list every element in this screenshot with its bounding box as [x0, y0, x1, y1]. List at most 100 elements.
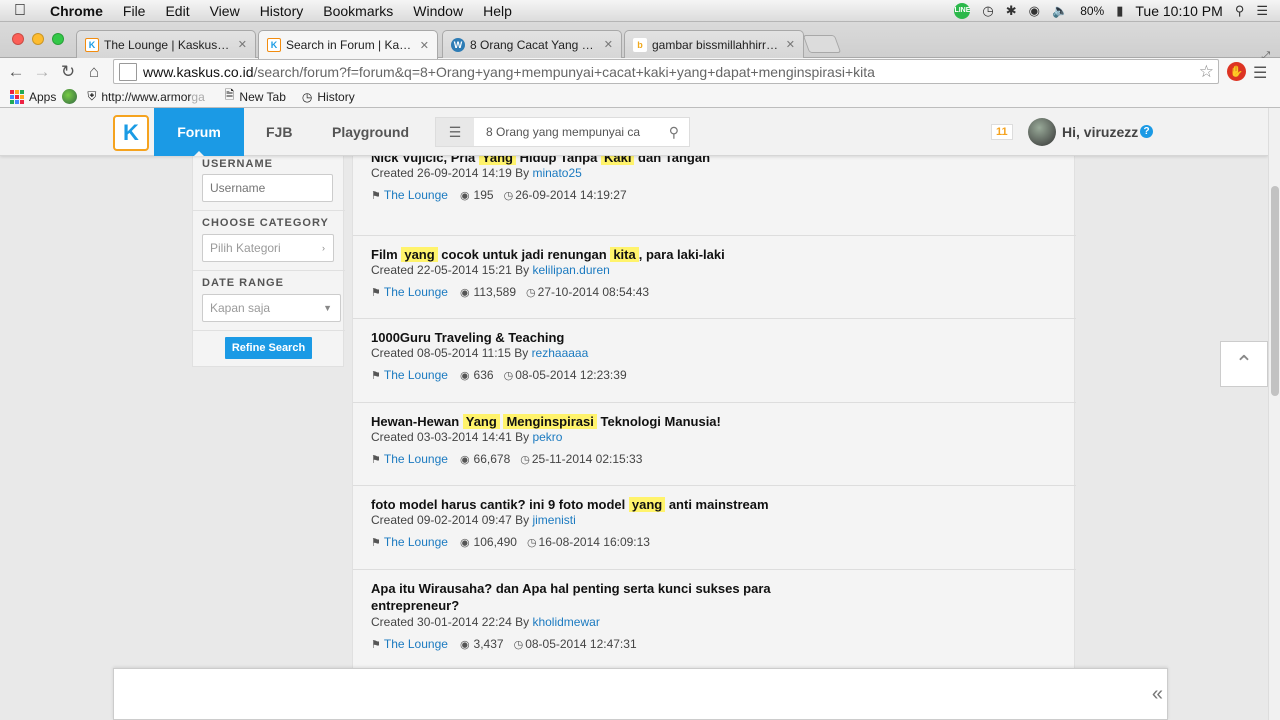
views-eye-icon: ◉: [459, 369, 470, 382]
date-range-value: Kapan saja: [210, 301, 271, 315]
tab-gambar-bissmillah[interactable]: b gambar bissmillahhirrohm ✕: [624, 30, 804, 58]
chevron-down-icon: ▼: [323, 303, 332, 313]
bookmark-star-icon[interactable]: ☆: [1199, 62, 1214, 82]
scrollbar-thumb[interactable]: [1271, 186, 1279, 396]
close-tab-icon[interactable]: ✕: [604, 38, 613, 51]
menu-history[interactable]: History: [250, 3, 314, 19]
tab-8-orang-cacat[interactable]: W 8 Orang Cacat Yang Mengi ✕: [442, 30, 622, 58]
author-link[interactable]: minato25: [532, 166, 581, 180]
collapse-left-icon[interactable]: «: [1152, 683, 1163, 706]
apple-menu-icon[interactable]: : [0, 2, 40, 20]
kaskus-search-input[interactable]: [474, 125, 644, 139]
bookmark-new-tab[interactable]: 🗎 New Tab: [225, 86, 286, 107]
result-title-link[interactable]: Hewan-Hewan Yang Menginspirasi Teknologi…: [371, 413, 801, 430]
battery-percent[interactable]: 80%: [1080, 4, 1104, 18]
close-window-button[interactable]: [12, 33, 24, 45]
nav-forum[interactable]: Forum: [154, 108, 244, 156]
close-tab-icon[interactable]: ✕: [238, 38, 247, 51]
notification-center-icon[interactable]: ☰: [1256, 3, 1268, 19]
battery-icon[interactable]: ▮: [1116, 3, 1123, 19]
menu-view[interactable]: View: [200, 3, 250, 19]
back-to-top-button[interactable]: ⌃: [1220, 341, 1268, 387]
forum-link[interactable]: The Lounge: [384, 535, 448, 549]
page-scrollbar[interactable]: [1268, 108, 1280, 720]
volume-icon[interactable]: 🔈: [1052, 3, 1068, 19]
result-title-link[interactable]: Apa itu Wirausaha? dan Apa hal penting s…: [371, 580, 801, 614]
menubar-clock[interactable]: Tue 10:10 PM: [1135, 3, 1222, 19]
category-select-value: Pilih Kategori: [210, 241, 281, 255]
nav-playground[interactable]: Playground: [332, 108, 409, 156]
zoom-window-button[interactable]: [52, 33, 64, 45]
bookmark-apps[interactable]: Apps: [10, 89, 56, 104]
close-tab-icon[interactable]: ✕: [786, 38, 795, 51]
avatar[interactable]: [1028, 118, 1056, 146]
author-link[interactable]: pekro: [532, 430, 562, 444]
author-link[interactable]: kholidmewar: [532, 615, 599, 629]
result-title-link[interactable]: Film yang cocok untuk jadi renungan kita…: [371, 246, 801, 263]
result-title-link[interactable]: 1000Guru Traveling & Teaching: [371, 329, 801, 346]
search-icon[interactable]: ⚲: [669, 124, 679, 141]
menu-edit[interactable]: Edit: [155, 3, 199, 19]
menu-app-name[interactable]: Chrome: [40, 3, 113, 19]
kaskus-logo-icon[interactable]: K: [113, 115, 149, 151]
date-range-select[interactable]: Kapan saja ▼: [202, 294, 341, 322]
globe-bookmark-icon[interactable]: [62, 89, 78, 104]
back-arrow-icon[interactable]: ←: [3, 62, 29, 82]
time-machine-icon[interactable]: ◷: [982, 3, 993, 19]
refine-search-button[interactable]: Refine Search: [225, 337, 312, 359]
result-title-link[interactable]: foto model harus cantik? ini 9 foto mode…: [371, 496, 801, 513]
result-row[interactable]: Apa itu Wirausaha? dan Apa hal penting s…: [353, 570, 1076, 670]
line-app-icon[interactable]: LINE: [954, 2, 971, 19]
author-link[interactable]: jimenisti: [532, 513, 575, 527]
notification-count-badge[interactable]: 11: [991, 124, 1013, 140]
forum-link[interactable]: The Lounge: [384, 452, 448, 466]
title-text: Film: [371, 247, 402, 262]
last-post-time: 16-08-2014 16:09:13: [538, 535, 650, 549]
close-tab-icon[interactable]: ✕: [420, 39, 429, 52]
tab-search-in-forum[interactable]: K Search in Forum | Kaskus – ✕: [258, 30, 438, 59]
result-row[interactable]: 1000Guru Traveling & Teaching Created 08-…: [353, 319, 1076, 403]
created-text: Created 26-09-2014 14:19 By: [371, 166, 530, 180]
result-row[interactable]: foto model harus cantik? ini 9 foto mode…: [353, 486, 1076, 570]
category-select[interactable]: Pilih Kategori ›: [202, 234, 334, 262]
forum-link[interactable]: The Lounge: [384, 637, 448, 651]
nav-fjb[interactable]: FJB: [266, 108, 292, 156]
forum-link[interactable]: The Lounge: [384, 188, 448, 202]
result-created-line: Created 22-05-2014 15:21 By kelilipan.du…: [371, 263, 610, 277]
tag-icon: ⚑: [371, 369, 381, 382]
minimize-window-button[interactable]: [32, 33, 44, 45]
new-tab-button[interactable]: [802, 35, 842, 53]
spotlight-search-icon[interactable]: ⚲: [1235, 3, 1245, 19]
bookmark-armor[interactable]: ⛨ http://www.armorga: [87, 89, 204, 104]
menu-bookmarks[interactable]: Bookmarks: [313, 3, 403, 19]
apps-grid-icon: [10, 89, 24, 104]
menu-help[interactable]: Help: [473, 3, 522, 19]
forward-arrow-icon[interactable]: →: [29, 62, 55, 82]
menu-window[interactable]: Window: [403, 3, 473, 19]
bookmark-history[interactable]: ◷ History: [302, 90, 355, 104]
tab-the-lounge[interactable]: K The Lounge | Kaskus – The ✕: [76, 30, 256, 58]
reload-icon[interactable]: ↻: [55, 62, 81, 82]
bluetooth-icon[interactable]: ✱: [1006, 3, 1017, 19]
username-field[interactable]: [202, 174, 333, 202]
extension-stop-icon[interactable]: ✋: [1227, 62, 1246, 81]
author-link[interactable]: kelilipan.duren: [532, 263, 609, 277]
forum-link[interactable]: The Lounge: [384, 285, 448, 299]
result-row[interactable]: Nick Vujicic, Pria Yang Hidup Tanpa Kaki…: [353, 142, 1076, 236]
result-row[interactable]: Hewan-Hewan Yang Menginspirasi Teknologi…: [353, 403, 1076, 486]
page-info-icon[interactable]: [119, 62, 137, 81]
address-bar[interactable]: www.kaskus.co.id/search/forum?f=forum&q=…: [113, 59, 1219, 84]
home-icon[interactable]: ⌂: [81, 62, 107, 82]
title-text: Teknologi Manusia!: [596, 414, 721, 429]
menu-file[interactable]: File: [113, 3, 156, 19]
help-icon[interactable]: ?: [1140, 125, 1153, 138]
bookmark-label: http://www.armor: [101, 89, 192, 104]
user-greeting[interactable]: Hi, viruzezz: [1062, 124, 1138, 140]
wifi-icon[interactable]: ◉: [1029, 3, 1040, 19]
author-link[interactable]: rezhaaaaa: [532, 346, 589, 360]
chrome-menu-icon[interactable]: ☰: [1253, 63, 1267, 83]
url-path: /search/forum?f=forum&q=8+Orang+yang+mem…: [253, 63, 875, 80]
list-menu-icon[interactable]: ☰: [436, 118, 474, 146]
result-row[interactable]: Film yang cocok untuk jadi renungan kita…: [353, 236, 1076, 319]
forum-link[interactable]: The Lounge: [384, 368, 448, 382]
